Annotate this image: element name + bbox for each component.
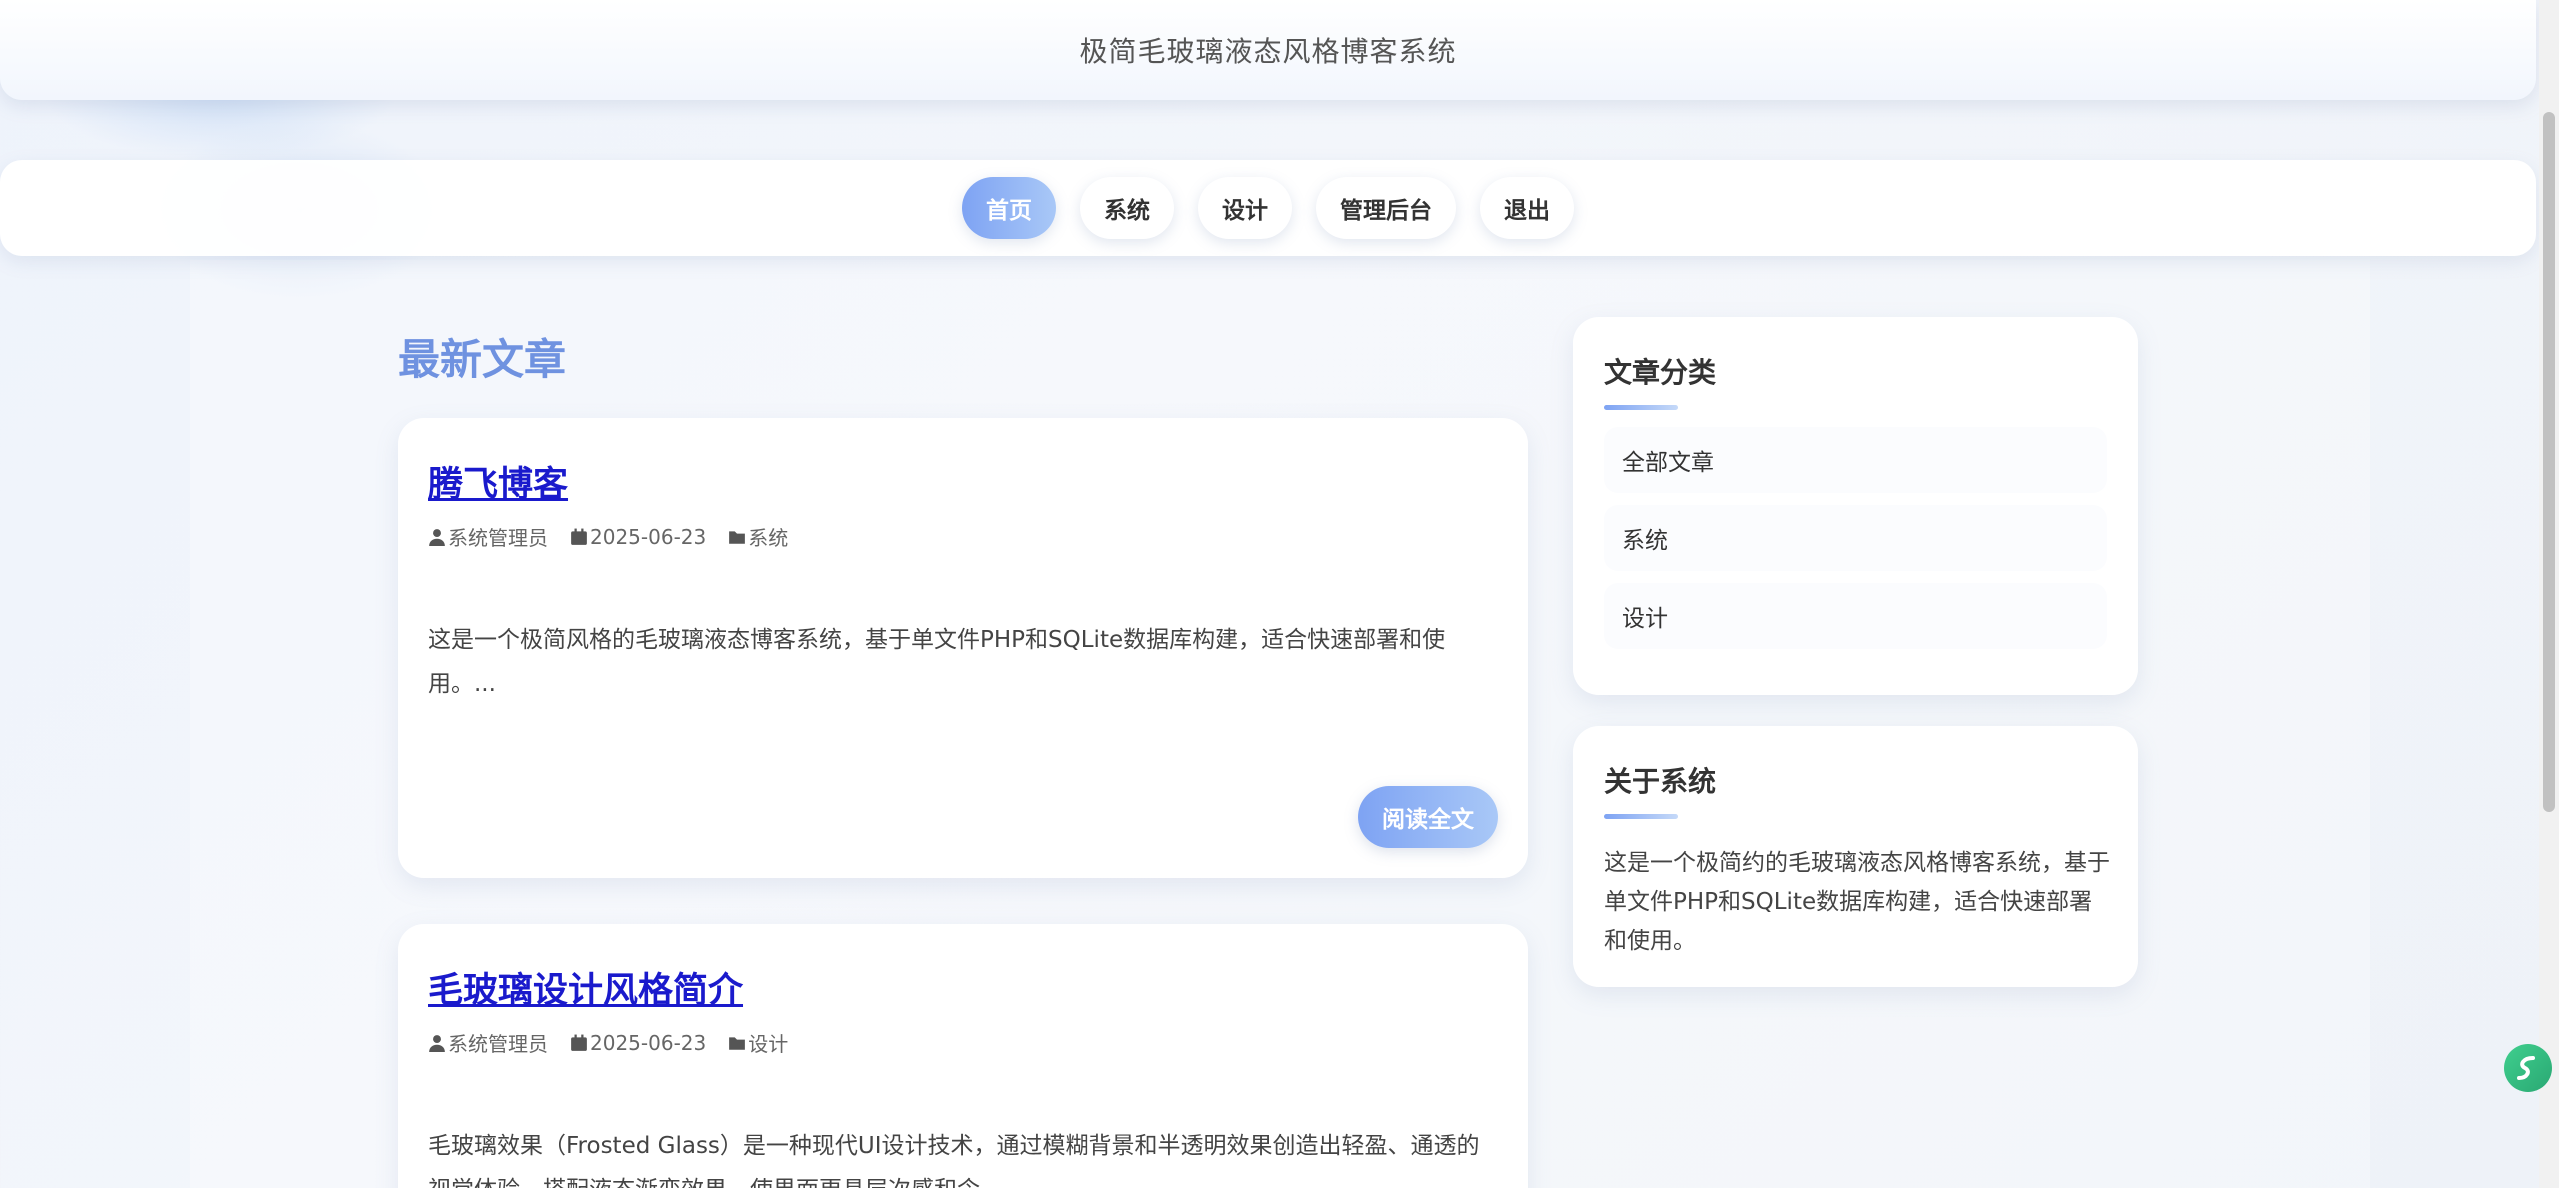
scrollbar-thumb[interactable]: [2543, 112, 2555, 812]
floating-assistant-icon[interactable]: [2504, 1044, 2552, 1092]
post-card: 毛玻璃设计风格简介 系统管理员 2025-06-23 设计 毛玻璃效果（Fros…: [398, 924, 1528, 1188]
section-title: 最新文章: [398, 335, 567, 384]
nav-item-admin[interactable]: 管理后台: [1316, 177, 1456, 239]
title-underline: [1604, 405, 1678, 410]
leaf-logo-icon: [2517, 1056, 2535, 1080]
post-author: 系统管理员: [428, 1028, 548, 1057]
main-nav: 首页 系统 设计 管理后台 退出: [0, 160, 2536, 256]
post-card: 腾飞博客 系统管理员 2025-06-23 系统 这是一个极简风格的毛玻璃液态博…: [398, 418, 1528, 878]
category-list: 全部文章 系统 设计: [1604, 427, 2107, 661]
folder-icon: [729, 530, 746, 544]
site-header: 极简毛玻璃液态风格博客系统: [0, 0, 2536, 100]
post-date-text: 2025-06-23: [590, 1030, 707, 1055]
post-category: 设计: [728, 1028, 788, 1057]
widget-title: 文章分类: [1604, 356, 1717, 389]
category-item-all[interactable]: 全部文章: [1604, 427, 2107, 493]
category-item-design[interactable]: 设计: [1604, 583, 2107, 649]
nav-item-logout[interactable]: 退出: [1480, 177, 1574, 239]
post-excerpt: 这是一个极简风格的毛玻璃液态博客系统，基于单文件PHP和SQLite数据库构建，…: [428, 627, 1446, 697]
post-title-link[interactable]: 腾飞博客: [428, 456, 568, 507]
post-meta: 系统管理员 2025-06-23 系统: [428, 522, 788, 551]
read-more-button[interactable]: 阅读全文: [1358, 786, 1498, 848]
calendar-icon: [571, 1034, 587, 1051]
nav-item-system[interactable]: 系统: [1080, 177, 1174, 239]
post-date: 2025-06-23: [570, 1028, 706, 1057]
page-scrollbar[interactable]: [2539, 0, 2559, 1188]
post-excerpt: 毛玻璃效果（Frosted Glass）是一种现代UI设计技术，通过模糊背景和半…: [428, 1133, 1480, 1188]
post-author: 系统管理员: [428, 522, 548, 551]
post-date-text: 2025-06-23: [590, 524, 707, 549]
post-author-text: 系统管理员: [448, 526, 548, 550]
calendar-icon: [571, 528, 587, 545]
user-icon: [429, 528, 445, 546]
about-text: 这是一个极简约的毛玻璃液态风格博客系统，基于单文件PHP和SQLite数据库构建…: [1604, 850, 2110, 954]
post-title-link[interactable]: 毛玻璃设计风格简介: [428, 962, 743, 1013]
post-category-text: 设计: [748, 1032, 789, 1056]
about-widget: 关于系统 这是一个极简约的毛玻璃液态风格博客系统，基于单文件PHP和SQLite…: [1573, 726, 2138, 987]
nav-item-home[interactable]: 首页: [962, 177, 1056, 239]
title-underline: [1604, 814, 1678, 819]
site-title[interactable]: 极简毛玻璃液态风格博客系统: [1079, 30, 1456, 70]
category-widget: 文章分类 全部文章 系统 设计: [1573, 317, 2138, 695]
post-date: 2025-06-23: [570, 522, 706, 551]
nav-item-design[interactable]: 设计: [1198, 177, 1292, 239]
category-item-system[interactable]: 系统: [1604, 505, 2107, 571]
user-icon: [429, 1034, 445, 1052]
post-meta: 系统管理员 2025-06-23 设计: [428, 1028, 788, 1057]
widget-title: 关于系统: [1604, 765, 1717, 798]
post-author-text: 系统管理员: [448, 1032, 548, 1056]
post-category-text: 系统: [748, 526, 789, 550]
post-category: 系统: [728, 522, 788, 551]
folder-icon: [729, 1036, 746, 1050]
